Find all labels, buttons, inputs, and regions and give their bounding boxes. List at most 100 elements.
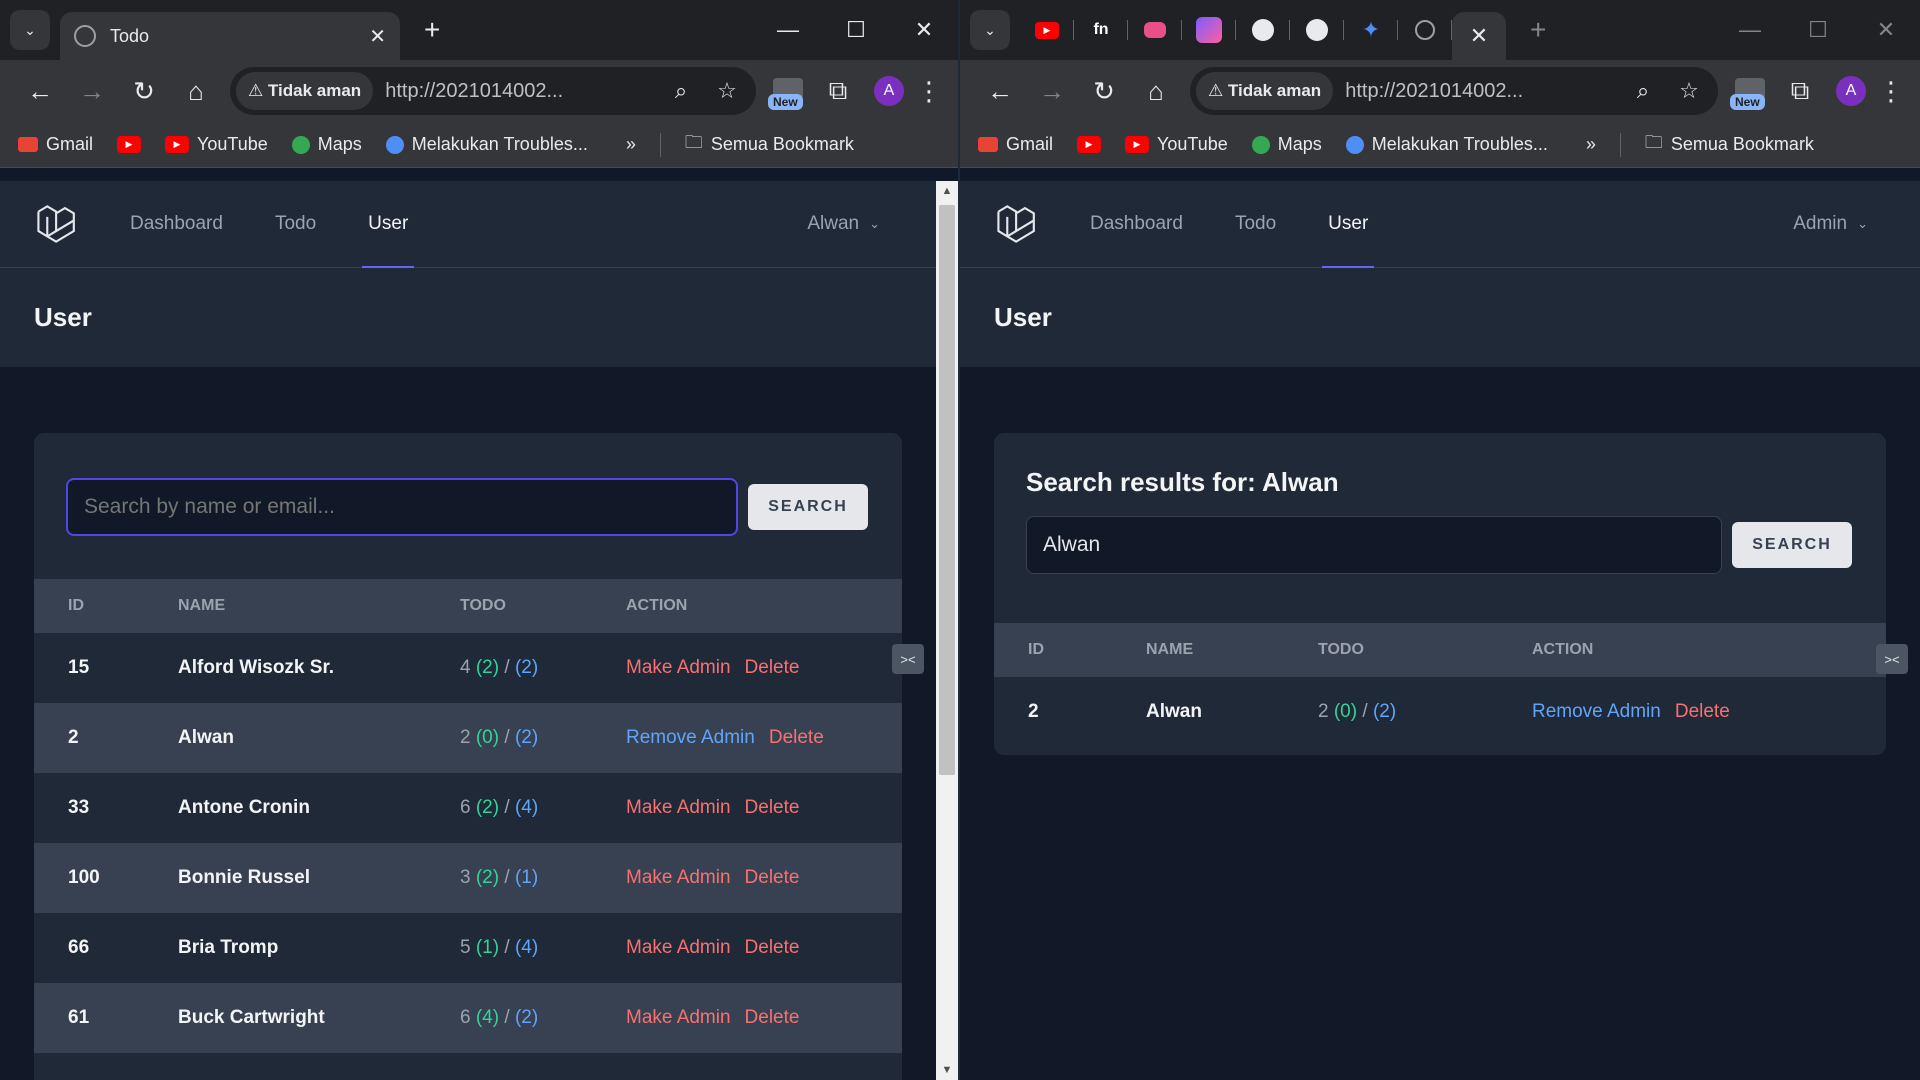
tab-todo[interactable]: Todo ✕	[60, 12, 400, 60]
scroll-down-icon[interactable]: ▼	[936, 1064, 958, 1076]
tab-active[interactable]: ✕	[1452, 12, 1506, 60]
nav-todo[interactable]: Todo	[1235, 181, 1276, 268]
address-bar[interactable]: ⚠ Tidak aman http://2021014002... ⌕ ☆	[1190, 67, 1718, 115]
nav-todo[interactable]: Todo	[275, 181, 316, 268]
bookmark-maps[interactable]: Maps	[291, 134, 362, 155]
tab-search-icon[interactable]: ⌄	[10, 10, 50, 50]
delete-link[interactable]: Delete	[745, 1007, 800, 1028]
make-admin-link[interactable]: Make Admin	[626, 797, 731, 818]
tab-gemini[interactable]: ✦	[1344, 6, 1398, 54]
url-text[interactable]: http://2021014002...	[1345, 80, 1620, 103]
extension-new-badge[interactable]: New	[1726, 77, 1774, 110]
star-icon[interactable]: ☆	[1666, 78, 1712, 104]
search-button[interactable]: SEARCH	[1732, 522, 1852, 568]
maximize-icon[interactable]: ☐	[822, 17, 890, 43]
home-icon[interactable]: ⌂	[1130, 76, 1182, 107]
home-icon[interactable]: ⌂	[170, 76, 222, 107]
bookmark-youtube[interactable]: ▶ YouTube	[1125, 134, 1228, 155]
bookmark-all[interactable]: 🗀 Semua Bookmark	[685, 130, 854, 160]
tab-app[interactable]	[1182, 6, 1236, 54]
laravel-logo-icon[interactable]	[994, 201, 1040, 247]
new-tab-icon[interactable]: +	[424, 14, 440, 46]
close-window-icon[interactable]: ✕	[890, 17, 958, 43]
debugbar-icon[interactable]: ><	[892, 644, 924, 674]
back-icon[interactable]: ←	[14, 76, 66, 107]
bookmark-maps[interactable]: Maps	[1251, 134, 1322, 155]
nav-user[interactable]: User	[362, 181, 415, 268]
maximize-icon[interactable]: ☐	[1784, 17, 1852, 43]
bookmarks-bar: Gmail ▶ ▶ YouTube Maps Melakukan Troubles…	[960, 122, 1920, 168]
tab-github[interactable]	[1290, 6, 1344, 54]
back-icon[interactable]: ←	[974, 76, 1026, 107]
bookmark-youtube-icon-only[interactable]: ▶	[1077, 136, 1102, 153]
make-admin-link[interactable]: Make Admin	[626, 657, 731, 678]
debugbar-icon[interactable]: ><	[1876, 644, 1908, 674]
make-admin-link[interactable]: Make Admin	[626, 867, 731, 888]
forward-icon[interactable]: →	[1026, 76, 1078, 107]
more-bookmarks-icon[interactable]: »	[1586, 134, 1596, 155]
delete-link[interactable]: Delete	[745, 797, 800, 818]
bookmark-youtube[interactable]: ▶ YouTube	[165, 134, 268, 155]
delete-link[interactable]: Delete	[745, 657, 800, 678]
make-admin-link[interactable]: Make Admin	[626, 937, 731, 958]
globe-icon	[1415, 20, 1435, 40]
forward-icon[interactable]: →	[66, 76, 118, 107]
menu-icon[interactable]: ⋮	[1876, 76, 1906, 107]
tab-search-icon[interactable]: ⌄	[970, 10, 1010, 50]
minimize-icon[interactable]: —	[754, 17, 822, 43]
minimize-icon[interactable]: —	[1716, 17, 1784, 43]
star-icon[interactable]: ☆	[704, 78, 750, 104]
reload-icon[interactable]: ↻	[118, 76, 170, 107]
bookmark-gmail[interactable]: Gmail	[18, 134, 93, 155]
nav-dashboard[interactable]: Dashboard	[130, 181, 223, 268]
remove-admin-link[interactable]: Remove Admin	[626, 727, 755, 748]
tab-web[interactable]	[1398, 6, 1452, 54]
close-window-icon[interactable]: ✕	[1852, 17, 1920, 43]
security-chip[interactable]: ⚠ Tidak aman	[1196, 72, 1334, 110]
delete-link[interactable]: Delete	[745, 937, 800, 958]
make-admin-link[interactable]: Make Admin	[626, 1007, 731, 1028]
laravel-logo-icon[interactable]	[34, 201, 80, 247]
account-dropdown[interactable]: Alwan ⌄	[807, 213, 880, 235]
delete-link[interactable]: Delete	[769, 727, 824, 748]
page-scrollbar[interactable]: ▲ ▼	[936, 181, 958, 1080]
security-chip[interactable]: ⚠ Tidak aman	[236, 72, 374, 110]
new-tab-icon[interactable]: +	[1530, 14, 1546, 46]
reload-icon[interactable]: ↻	[1078, 76, 1130, 107]
remove-admin-link[interactable]: Remove Admin	[1532, 701, 1661, 722]
avatar[interactable]: A	[1836, 76, 1866, 106]
search-button[interactable]: SEARCH	[748, 484, 868, 530]
avatar[interactable]: A	[874, 76, 904, 106]
delete-link[interactable]: Delete	[1675, 701, 1730, 722]
account-dropdown[interactable]: Admin ⌄	[1793, 213, 1868, 235]
more-bookmarks-icon[interactable]: »	[626, 134, 636, 155]
search-input[interactable]	[1026, 516, 1722, 574]
scrollbar-thumb[interactable]	[939, 205, 955, 775]
zoom-icon[interactable]: ⌕	[658, 78, 704, 104]
tab-fn[interactable]: fn	[1074, 6, 1128, 54]
bookmark-youtube-icon-only[interactable]: ▶	[117, 136, 142, 153]
bookmark-troubleshoot[interactable]: Melakukan Troubles...	[1345, 134, 1548, 155]
copilot-icon	[385, 135, 404, 154]
nav-user[interactable]: User	[1322, 181, 1375, 268]
search-input[interactable]	[66, 478, 738, 536]
menu-icon[interactable]: ⋮	[914, 76, 944, 107]
url-text[interactable]: http://2021014002...	[385, 80, 658, 103]
address-bar[interactable]: ⚠ Tidak aman http://2021014002... ⌕ ☆	[230, 67, 756, 115]
tab-tv[interactable]	[1128, 6, 1182, 54]
close-icon[interactable]: ✕	[369, 24, 386, 49]
close-icon[interactable]: ✕	[1470, 23, 1488, 49]
bookmark-all[interactable]: 🗀 Semua Bookmark	[1645, 130, 1814, 160]
tab-youtube[interactable]: ▶	[1020, 6, 1074, 54]
scroll-up-icon[interactable]: ▲	[936, 185, 958, 197]
column-todo: TODO	[460, 597, 506, 614]
extensions-icon[interactable]: ⧉	[1774, 75, 1826, 107]
bookmark-troubleshoot[interactable]: Melakukan Troubles...	[385, 134, 588, 155]
extensions-icon[interactable]: ⧉	[812, 75, 864, 107]
delete-link[interactable]: Delete	[745, 867, 800, 888]
tab-github[interactable]	[1236, 6, 1290, 54]
extension-new-badge[interactable]: New	[764, 77, 812, 110]
zoom-icon[interactable]: ⌕	[1620, 78, 1666, 104]
bookmark-gmail[interactable]: Gmail	[978, 134, 1053, 155]
nav-dashboard[interactable]: Dashboard	[1090, 181, 1183, 268]
